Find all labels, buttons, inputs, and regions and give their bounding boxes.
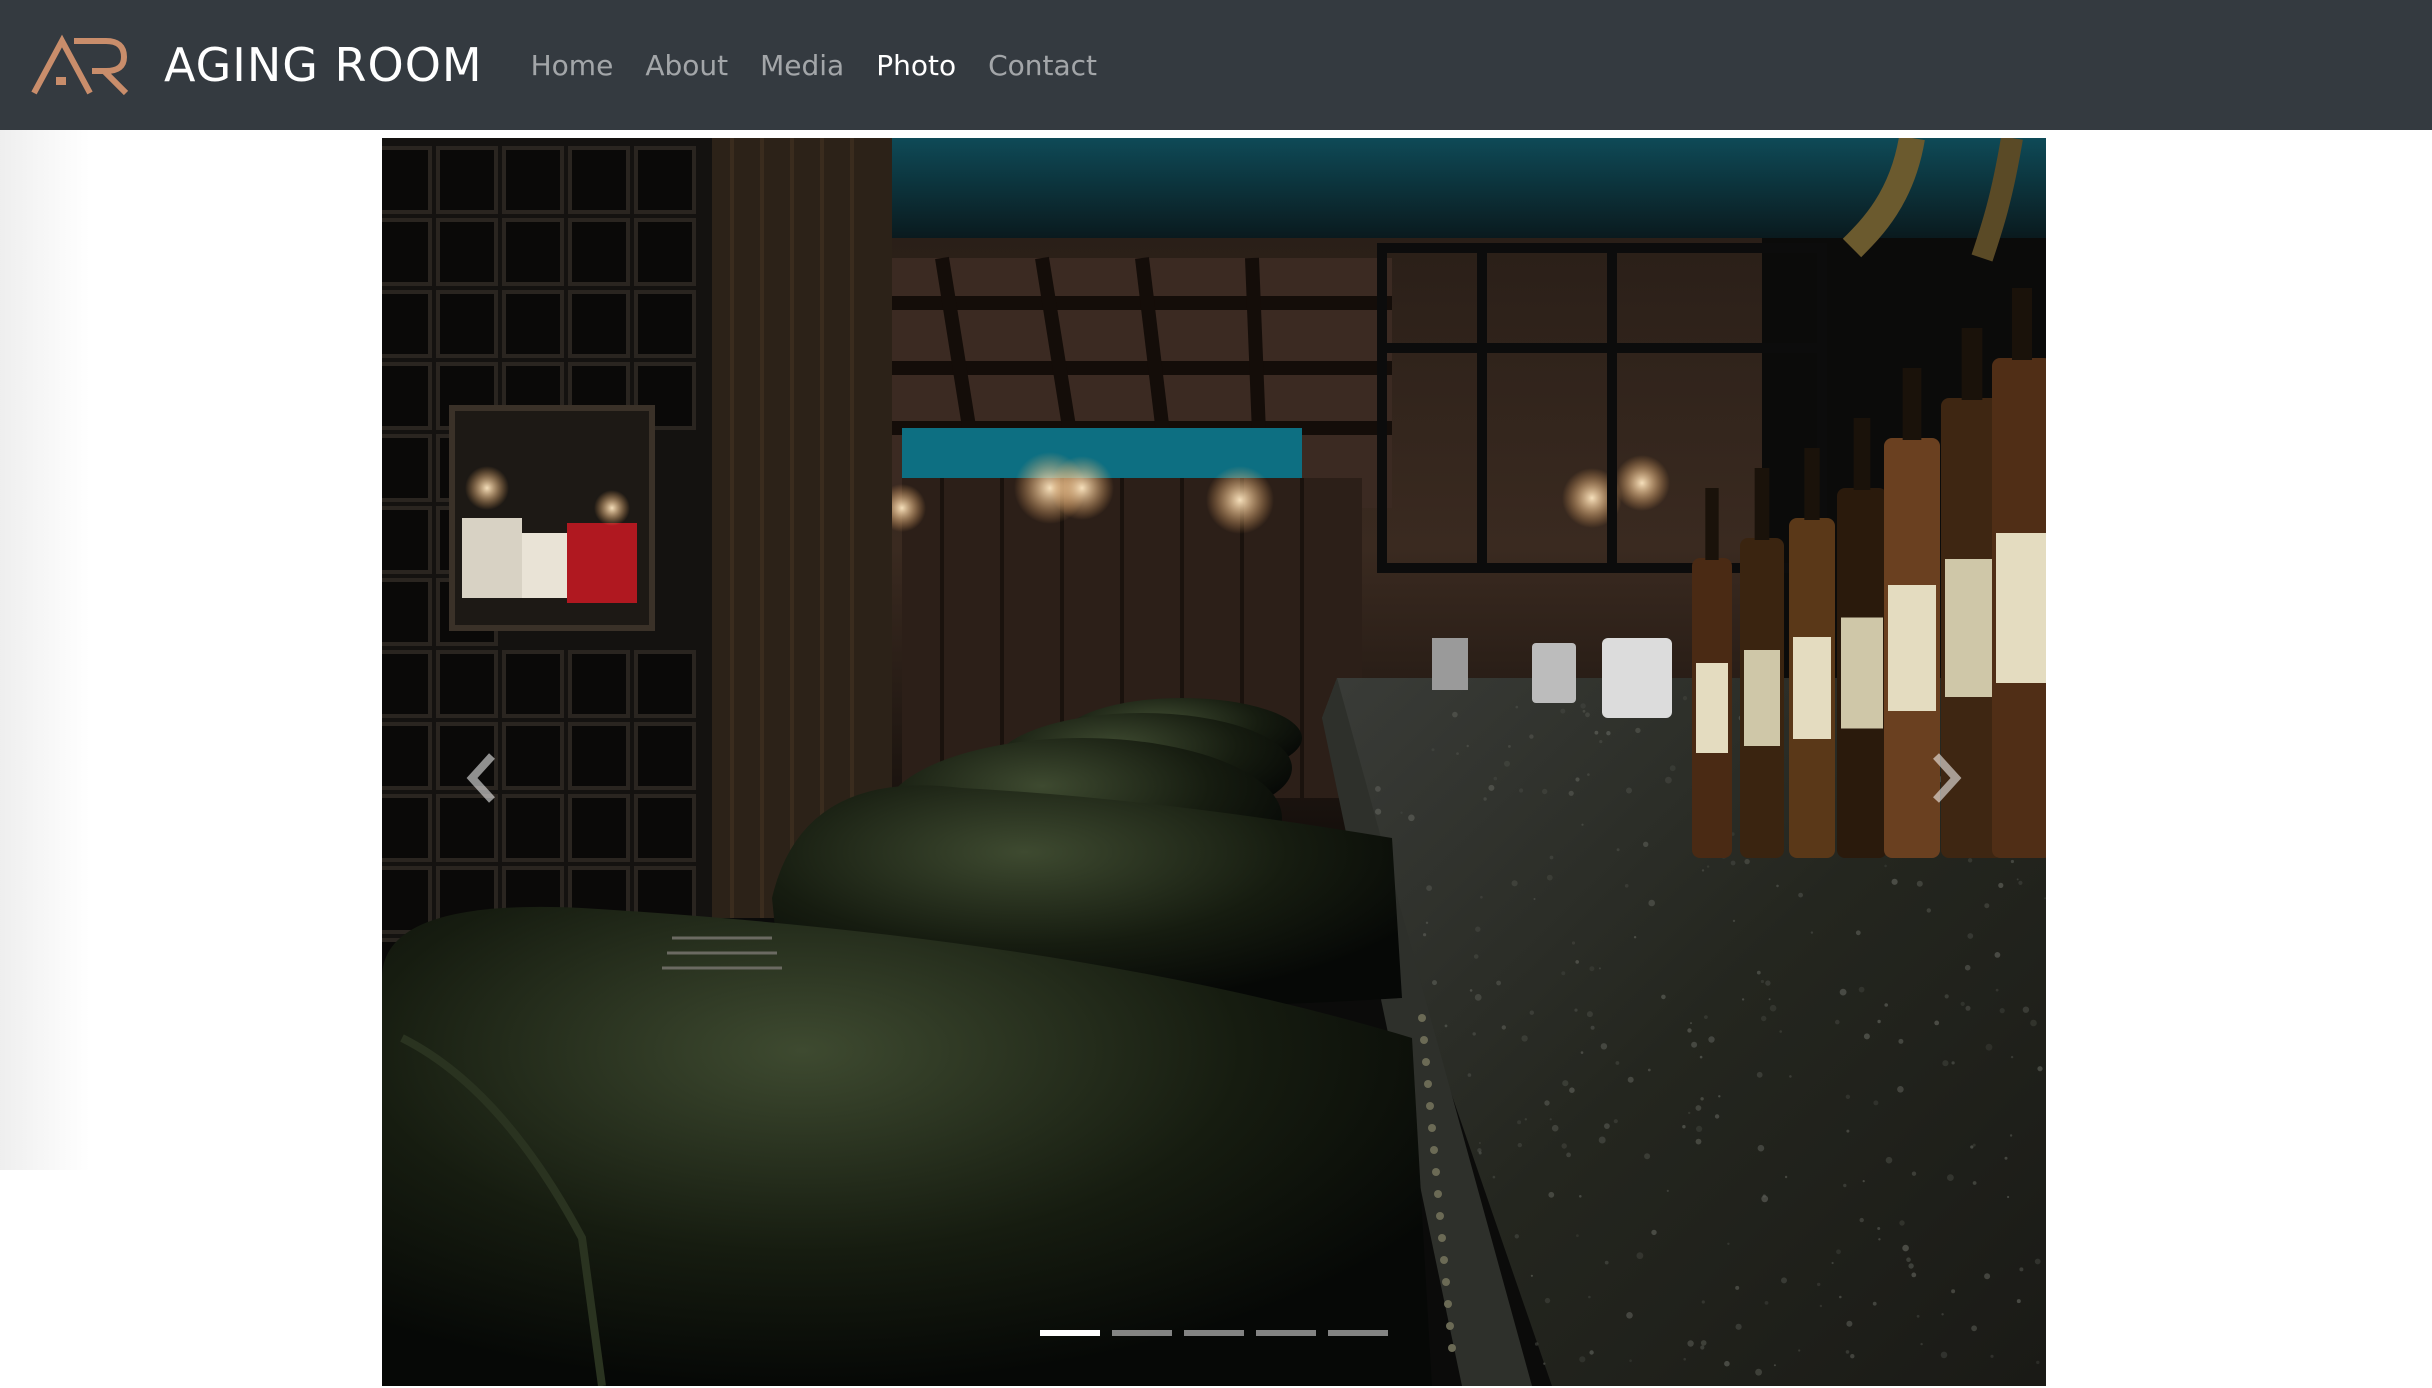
main-nav: Home About Media Photo Contact (531, 49, 1129, 82)
nav-contact-link[interactable]: Contact (988, 49, 1097, 82)
nav-home-link[interactable]: Home (531, 49, 614, 82)
chevron-left-icon (466, 753, 495, 803)
photo-carousel (382, 138, 2046, 1386)
carousel-indicator-2[interactable] (1112, 1330, 1172, 1336)
chevron-right-icon (1933, 753, 1962, 803)
page-side-shadow (0, 130, 90, 1170)
carousel-indicator-5[interactable] (1328, 1330, 1388, 1336)
nav-photo-link[interactable]: Photo (876, 49, 956, 82)
brand-link[interactable]: AGING ROOM (30, 33, 483, 97)
nav-about-link[interactable]: About (645, 49, 728, 82)
carousel-prev-button[interactable] (422, 698, 542, 858)
brand-name: AGING ROOM (164, 38, 483, 92)
ar-monogram-logo (31, 34, 129, 96)
nav-media-link[interactable]: Media (760, 49, 844, 82)
carousel-indicators (382, 1330, 2046, 1336)
top-navbar: AGING ROOM Home About Media Photo Contac… (0, 0, 2432, 130)
bar-interior-photo (382, 138, 2046, 1386)
carousel-indicator-1[interactable] (1040, 1330, 1100, 1336)
carousel-indicator-4[interactable] (1256, 1330, 1316, 1336)
carousel-next-button[interactable] (1886, 698, 2006, 858)
carousel-indicator-3[interactable] (1184, 1330, 1244, 1336)
